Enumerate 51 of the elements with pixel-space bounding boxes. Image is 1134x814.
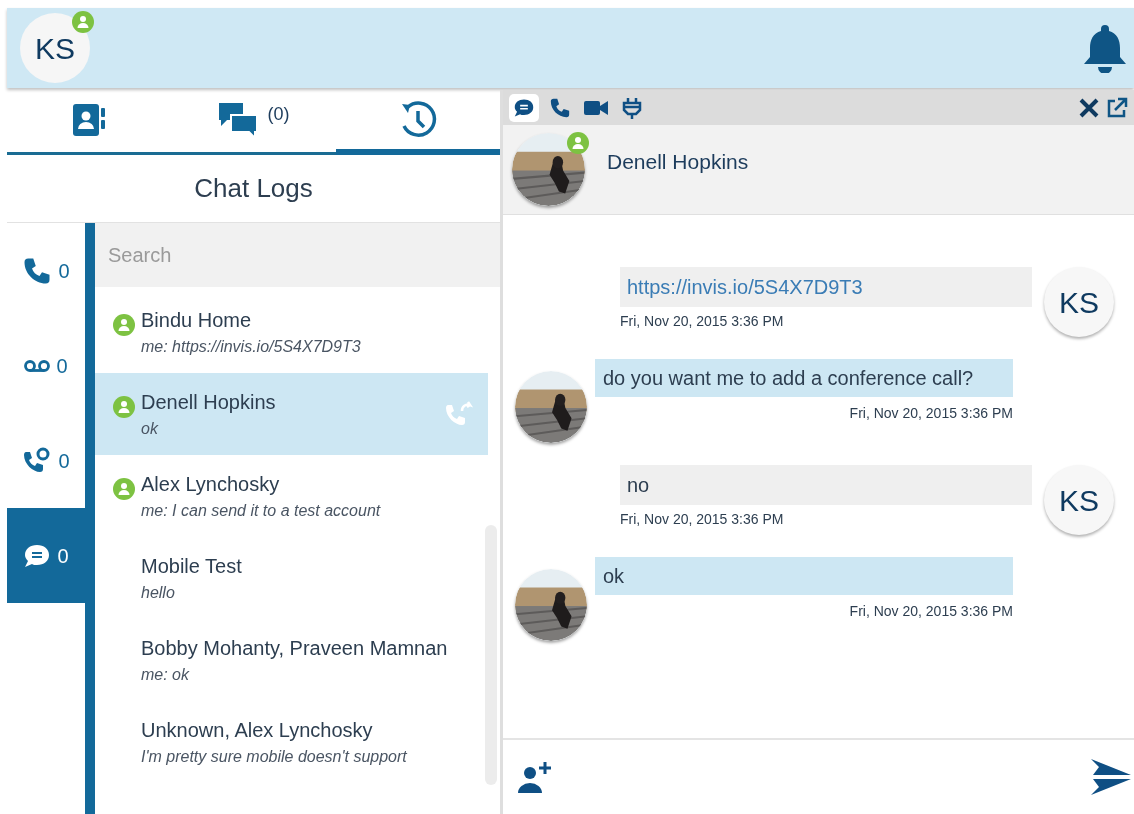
contact-name: Denell Hopkins: [607, 148, 749, 175]
user-avatar: KS: [1044, 465, 1114, 535]
chat-count: (0): [267, 103, 290, 126]
conversation-item[interactable]: Unknown, Alex Lynchosky I'm pretty sure mobile doesn't support: [95, 701, 488, 783]
search-field[interactable]: Search: [95, 223, 500, 287]
send-icon[interactable]: [1090, 757, 1132, 797]
count: 0: [58, 258, 70, 284]
message-bubble: no: [620, 465, 1032, 505]
contact-name: Alex Lynchosky: [141, 472, 281, 497]
timestamp: Fri, Nov 20, 2015 3:36 PM: [620, 510, 785, 529]
timestamp: Fri, Nov 20, 2015 3:36 PM: [620, 312, 785, 331]
message-preview: ok: [141, 419, 160, 439]
message-link[interactable]: https://invis.io/5S4X7D9T3: [620, 267, 1032, 307]
contact-name: Bobby Mohanty, Praveen Mamnan: [141, 636, 449, 661]
rail-item[interactable]: 0: [7, 223, 85, 318]
rail-item[interactable]: 0: [7, 413, 85, 508]
message-bubble: ok: [595, 557, 1013, 595]
contact-name: Mobile Test: [141, 554, 243, 579]
message-preview: me: I can send it to a test account: [141, 501, 382, 521]
contact-name: Bindu Home: [141, 308, 253, 333]
conversation-item[interactable]: Mobile Test hello: [95, 537, 488, 619]
timestamp: Fri, Nov 20, 2015 3:36 PM: [849, 602, 1013, 621]
rail-item[interactable]: 0: [7, 318, 85, 413]
message-preview: me: ok: [141, 665, 191, 685]
message-preview: I'm pretty sure mobile doesn't support: [141, 747, 408, 767]
rail-item[interactable]: 0: [7, 508, 85, 603]
contact-name: Unknown, Alex Lynchosky: [141, 718, 374, 743]
chat-icon[interactable]: [509, 93, 539, 122]
count: 0: [56, 353, 68, 379]
conversation-item[interactable]: Alex Lynchosky me: I can send it to a test account: [95, 455, 488, 537]
contact-card-icon: [71, 101, 108, 138]
user-avatar[interactable]: KS: [20, 13, 90, 83]
conversation-item[interactable]: Bobby Mohanty, Praveen Mamnan me: ok: [95, 619, 488, 701]
contact-name: Denell Hopkins: [141, 390, 277, 415]
close-icon[interactable]: [1078, 96, 1100, 119]
conversation-item[interactable]: Bindu Home me: https://invis.io/5S4X7D9T3: [95, 291, 488, 373]
user-avatar: KS: [1044, 267, 1114, 337]
panel-title: Chat Logs: [194, 172, 313, 205]
count: 0: [57, 543, 69, 569]
nav-tab[interactable]: (0): [171, 90, 336, 155]
bell-icon[interactable]: [1082, 23, 1128, 73]
pop-out-icon[interactable]: [1106, 96, 1128, 119]
voicemail-icon: [24, 357, 51, 374]
conversation-item[interactable]: Denell Hopkins ok: [95, 373, 488, 455]
count: 0: [58, 448, 70, 474]
add-person-icon[interactable]: [517, 760, 553, 794]
message-preview: hello: [141, 583, 176, 603]
message-preview: me: https://invis.io/5S4X7D9T3: [141, 337, 362, 357]
timestamp: Fri, Nov 20, 2015 3:36 PM: [849, 404, 1013, 423]
message-bubble: do you want me to add a conference call?: [595, 359, 1013, 397]
chat-icon: [23, 542, 52, 569]
